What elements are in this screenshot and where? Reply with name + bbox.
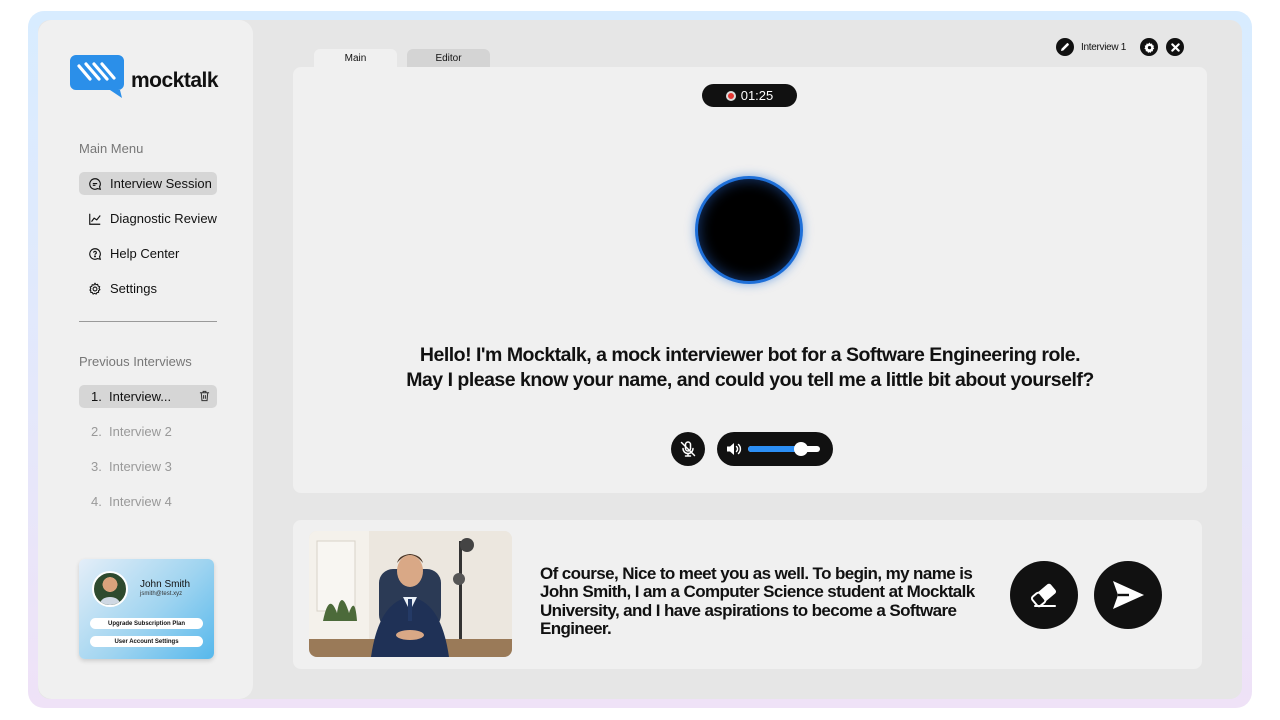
bot-message-line: Hello! I'm Mocktalk, a mock interviewer … [293, 344, 1207, 367]
gear-icon [1144, 42, 1155, 53]
edit-session-button[interactable] [1056, 38, 1074, 56]
recording-timer: 01:25 [702, 84, 797, 107]
logo-icon [70, 54, 126, 100]
clear-answer-button[interactable] [1010, 561, 1078, 629]
candidate-video-image [309, 531, 512, 657]
previous-interview-item[interactable]: 1. Interview... [79, 385, 217, 408]
trash-icon[interactable] [199, 390, 210, 402]
record-icon [726, 91, 736, 101]
user-name: John Smith [140, 579, 190, 590]
previous-interview-label: Interview... [109, 389, 171, 404]
send-answer-button[interactable] [1094, 561, 1162, 629]
main-menu-label: Main Menu [79, 141, 143, 156]
pencil-icon [1060, 42, 1070, 52]
previous-interview-item[interactable]: 4. Interview 4 [79, 490, 217, 513]
volume-control [717, 432, 833, 466]
sidebar-item-label: Interview Session [110, 176, 212, 191]
sidebar-item-label: Settings [110, 281, 157, 296]
trend-chart-icon [88, 212, 102, 226]
bot-message-line: May I please know your name, and could y… [293, 369, 1207, 392]
previous-interview-item[interactable]: 3. Interview 3 [79, 455, 217, 478]
tab-main[interactable]: Main [314, 49, 397, 68]
sidebar-item-help-center[interactable]: Help Center [79, 242, 217, 265]
previous-interview-number: 3. [91, 459, 109, 474]
tab-editor[interactable]: Editor [407, 49, 490, 68]
previous-interview-label: Interview 3 [109, 459, 172, 474]
send-icon [1109, 576, 1147, 614]
previous-interview-number: 2. [91, 424, 109, 439]
sidebar-item-diagnostic-review[interactable]: Diagnostic Review [79, 207, 217, 230]
sidebar-item-label: Help Center [110, 246, 179, 261]
candidate-answer-text: Of course, Nice to meet you as well. To … [540, 565, 1000, 638]
sidebar-divider [79, 321, 217, 322]
session-name: Interview 1 [1081, 42, 1126, 53]
settings-button[interactable] [1140, 38, 1158, 56]
avatar[interactable] [92, 571, 128, 607]
previous-interview-label: Interview 4 [109, 494, 172, 509]
sidebar-item-settings[interactable]: Settings [79, 277, 217, 300]
candidate-video-feed [309, 531, 512, 657]
mute-mic-button[interactable] [671, 432, 705, 466]
sidebar-item-label: Diagnostic Review [110, 211, 217, 226]
previous-interview-number: 4. [91, 494, 109, 509]
volume-level-fill [748, 446, 801, 452]
mic-off-icon [679, 440, 697, 458]
previous-interview-label: Interview 2 [109, 424, 172, 439]
sidebar-item-interview-session[interactable]: Interview Session [79, 172, 217, 195]
user-account-settings-button[interactable]: User Account Settings [90, 636, 203, 647]
user-email: jsmith@test.xyz [140, 591, 182, 597]
app-name: mocktalk [131, 69, 218, 93]
help-bubble-icon [88, 247, 102, 261]
ai-voice-orb [698, 179, 800, 281]
volume-slider-thumb[interactable] [794, 442, 808, 456]
timer-value: 01:25 [741, 88, 774, 103]
close-icon [1171, 43, 1180, 52]
user-card: John Smith jsmith@test.xyz Upgrade Subsc… [79, 559, 214, 659]
speaker-icon[interactable] [725, 440, 743, 458]
previous-interview-number: 1. [91, 389, 109, 404]
gear-icon [88, 282, 102, 296]
eraser-icon [1027, 578, 1061, 612]
close-button[interactable] [1166, 38, 1184, 56]
previous-interview-item[interactable]: 2. Interview 2 [79, 420, 217, 443]
chat-bubble-icon [88, 177, 102, 191]
app-logo[interactable]: mocktalk [70, 54, 230, 100]
previous-interviews-label: Previous Interviews [79, 354, 192, 369]
volume-slider[interactable] [748, 446, 820, 452]
upgrade-subscription-button[interactable]: Upgrade Subscription Plan [90, 618, 203, 629]
